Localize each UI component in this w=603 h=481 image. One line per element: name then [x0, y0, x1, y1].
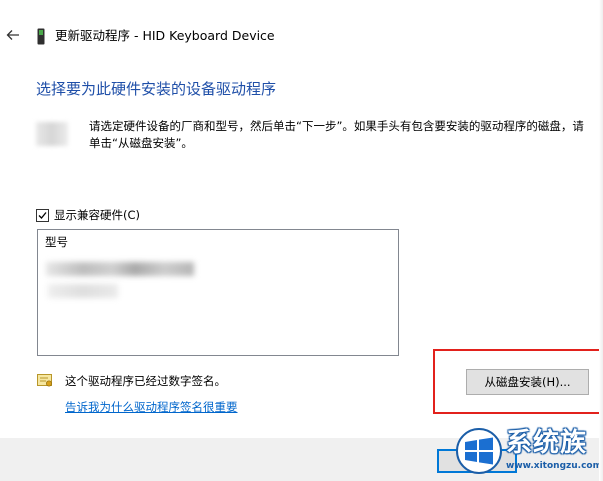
checkbox-box[interactable]	[36, 208, 49, 222]
hardware-icon-blurred	[36, 122, 68, 146]
model-list-item-blurred[interactable]	[44, 256, 194, 304]
blurred-text	[46, 262, 194, 276]
title-bar: 更新驱动程序 - HID Keyboard Device	[0, 20, 603, 52]
blurred-text	[48, 284, 118, 298]
back-arrow-icon	[6, 30, 19, 40]
back-button[interactable]	[3, 24, 23, 46]
have-disk-button[interactable]: 从磁盘安装(H)...	[466, 369, 589, 395]
signed-driver-text: 这个驱动程序已经过数字签名。	[65, 374, 226, 388]
show-compatible-label: 显示兼容硬件(C)	[54, 208, 141, 222]
signing-info-link[interactable]: 告诉我为什么驱动程序签名很重要	[65, 400, 238, 414]
model-list[interactable]: 型号	[37, 229, 399, 356]
watermark-url: www.xitongzu.com	[506, 461, 602, 471]
show-compatible-checkbox[interactable]: 显示兼容硬件(C)	[36, 208, 140, 222]
device-icon	[37, 28, 45, 45]
watermark-title: 系统族	[506, 428, 588, 458]
driver-update-window: 更新驱动程序 - HID Keyboard Device 选择要为此硬件安装的设…	[0, 0, 603, 481]
watermark: 系统族 www.xitongzu.com	[452, 424, 603, 481]
windows-logo-icon	[456, 428, 502, 474]
page-heading: 选择要为此硬件安装的设备驱动程序	[36, 80, 277, 98]
certificate-icon	[37, 374, 52, 387]
model-list-header: 型号	[45, 235, 68, 249]
window-title: 更新驱动程序 - HID Keyboard Device	[55, 28, 275, 43]
instructions-text: 请选定硬件设备的厂商和型号，然后单击“下一步”。如果手头有包含要安装的驱动程序的…	[89, 119, 584, 150]
checkmark-icon	[38, 211, 47, 219]
window-edge	[599, 0, 603, 481]
